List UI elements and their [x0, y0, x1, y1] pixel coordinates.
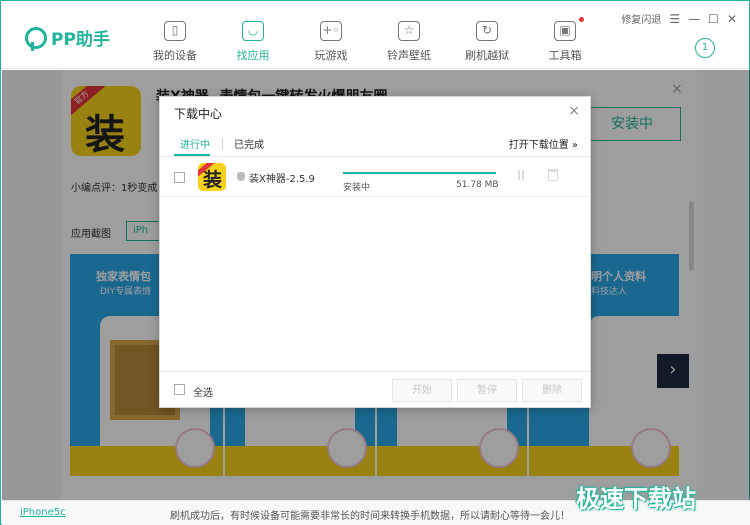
dialog-footer: 全选 开始 暂停 删除: [160, 371, 590, 407]
shopping-bag-icon: ◡: [242, 21, 264, 41]
notification-dot: [579, 17, 584, 22]
download-row: 装 装X神器-2.5.9 安装中 51.78 MB: [160, 157, 590, 197]
tab-in-progress[interactable]: 进行中: [180, 136, 210, 151]
pp-logo-icon: [25, 26, 47, 51]
download-name: 装X神器-2.5.9: [249, 174, 315, 185]
close-icon[interactable]: ✕: [727, 12, 737, 26]
download-size: 51.78 MB: [456, 180, 499, 190]
top-bar: PP助手 ▯ 我的设备 ◡ 找应用 +◦ 玩游戏 ☆ 铃声壁纸 ↻ 刷机越狱 ▣…: [1, 1, 749, 69]
nav-games[interactable]: +◦ 玩游戏: [292, 1, 370, 69]
device-link[interactable]: iPhone5c: [20, 507, 66, 518]
select-all-checkbox[interactable]: [174, 384, 185, 395]
star-icon: ☆: [398, 21, 420, 41]
site-watermark: 极速下载站: [576, 485, 696, 513]
logo: PP助手: [25, 25, 110, 51]
app-icon: 装: [198, 163, 226, 191]
progress-fill: [343, 172, 496, 174]
nav-jailbreak[interactable]: ↻ 刷机越狱: [448, 1, 526, 69]
nav-toolbox[interactable]: ▣ 工具箱: [526, 1, 604, 69]
pause-icon[interactable]: [518, 170, 524, 180]
gamepad-icon: +◦: [320, 21, 342, 41]
download-progress-bar: [343, 172, 496, 174]
nav-ringtones[interactable]: ☆ 铃声壁纸: [370, 1, 448, 69]
main-nav: ▯ 我的设备 ◡ 找应用 +◦ 玩游戏 ☆ 铃声壁纸 ↻ 刷机越狱 ▣ 工具箱: [136, 1, 604, 69]
minimize-icon[interactable]: —: [688, 12, 700, 26]
brand-name: PP助手: [51, 30, 110, 50]
app-window: PP助手 ▯ 我的设备 ◡ 找应用 +◦ 玩游戏 ☆ 铃声壁纸 ↻ 刷机越狱 ▣…: [0, 0, 750, 525]
nav-label: 找应用: [236, 49, 270, 62]
nav-label: 工具箱: [548, 49, 582, 62]
toolbox-icon: ▣: [554, 21, 576, 41]
refresh-icon: ↻: [476, 21, 498, 41]
open-download-location-link[interactable]: 打开下载位置 »: [509, 136, 578, 151]
nav-label: 玩游戏: [314, 49, 348, 62]
phone-icon: ▯: [164, 21, 186, 41]
download-center-dialog: 下载中心 × 进行中 已完成 打开下载位置 » 装 装X神器-2.5.9 安装中…: [159, 96, 591, 408]
app-icon-glyph: 装: [203, 169, 223, 191]
dialog-close-icon[interactable]: ×: [568, 103, 580, 119]
status-tip: 刷机成功后，有时候设备可能需要非常长的时间来转换手机数据，所以请耐心等待一会儿！: [170, 511, 570, 522]
apple-icon: [237, 172, 245, 181]
trash-icon[interactable]: [548, 169, 558, 181]
nav-my-device[interactable]: ▯ 我的设备: [136, 1, 214, 69]
row-checkbox[interactable]: [174, 172, 185, 183]
nav-label: 我的设备: [153, 49, 197, 62]
nav-find-apps[interactable]: ◡ 找应用: [214, 1, 292, 69]
nav-label: 铃声壁纸: [387, 49, 431, 62]
download-status: 安装中: [343, 183, 371, 193]
delete-button[interactable]: 删除: [522, 379, 582, 402]
download-count-badge[interactable]: 1: [695, 38, 715, 58]
nav-label: 刷机越狱: [465, 49, 509, 62]
select-all-label[interactable]: 全选: [193, 384, 213, 399]
active-tab-indicator: [174, 154, 210, 156]
dialog-title: 下载中心: [174, 107, 223, 121]
maximize-icon[interactable]: ☐: [708, 12, 719, 26]
repair-crash-button[interactable]: 修复闪退: [621, 11, 661, 26]
dialog-tabs: 进行中 已完成 打开下载位置 »: [160, 130, 590, 157]
tab-completed[interactable]: 已完成: [234, 136, 264, 151]
menu-icon[interactable]: ☰: [669, 12, 680, 26]
pause-button[interactable]: 暂停: [457, 379, 517, 402]
window-controls: 修复闪退 ☰ — ☐ ✕: [613, 11, 737, 27]
tab-divider: [222, 139, 223, 149]
start-button[interactable]: 开始: [392, 379, 452, 402]
